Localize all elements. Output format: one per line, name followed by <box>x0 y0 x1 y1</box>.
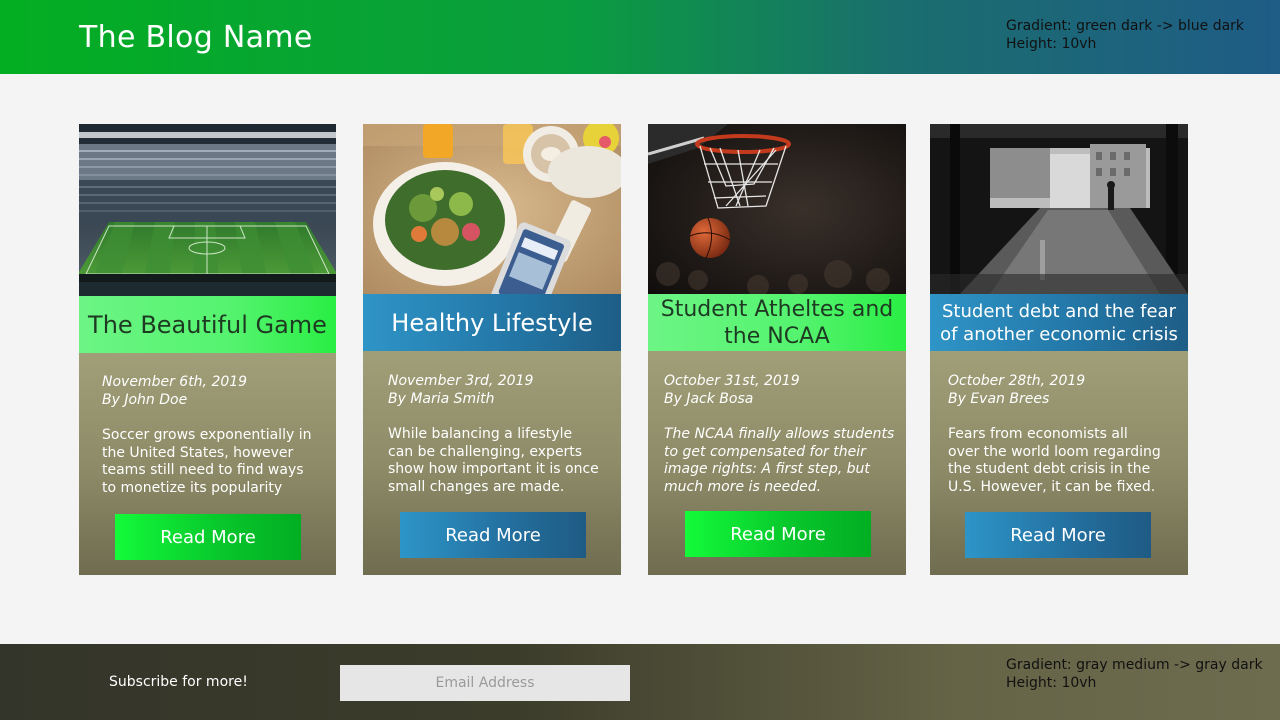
street-underpass-image[interactable] <box>930 124 1188 294</box>
card-title[interactable]: Student Atheltes and the NCAA <box>661 296 893 350</box>
excerpt-line: image rights: A first step, but <box>664 461 870 478</box>
read-more-button[interactable]: Read More <box>965 512 1151 558</box>
card-title-line: of another economic crisis <box>940 323 1178 345</box>
excerpt-line: show how important it is once <box>388 461 599 478</box>
post-excerpt: Soccer grows exponentially in the United… <box>102 427 311 498</box>
excerpt-line: the student debt crisis in the <box>948 461 1151 478</box>
card-title[interactable]: Student debt and the fear of another eco… <box>940 300 1178 346</box>
excerpt-line: to get compensated for their <box>664 443 866 460</box>
excerpt-line: Soccer grows exponentially in <box>102 427 312 443</box>
card-body: November 3rd, 2019 By Maria Smith While … <box>363 351 621 575</box>
footer-design-note: Gradient: gray medium -> gray dark Heigh… <box>1006 656 1263 692</box>
blog-name[interactable]: The Blog Name <box>79 20 313 55</box>
card-title-line: Student debt and the fear <box>942 300 1176 322</box>
blog-card-healthy-lifestyle: Healthy Lifestyle November 3rd, 2019 By … <box>363 124 621 575</box>
blog-card-student-debt: Student debt and the fear of another eco… <box>930 124 1188 575</box>
post-excerpt: While balancing a lifestyle can be chall… <box>388 426 599 497</box>
card-title[interactable]: Healthy Lifestyle <box>391 309 592 337</box>
post-author: By John Doe <box>102 392 188 408</box>
card-title-line: the NCAA <box>724 323 830 349</box>
read-more-button[interactable]: Read More <box>685 511 871 557</box>
excerpt-line: to monetize its popularity <box>102 480 283 497</box>
post-excerpt: The NCAA finally allows students to get … <box>664 426 894 497</box>
card-title-line: Student Atheltes and <box>660 296 894 322</box>
post-meta: October 28th, 2019 By Evan Brees <box>948 372 1085 408</box>
card-title-bar: The Beautiful Game <box>79 296 336 353</box>
post-meta: October 31st, 2019 By Jack Bosa <box>664 372 800 408</box>
excerpt-line: U.S. However, it can be fixed. <box>948 479 1156 496</box>
header-note-gradient: Gradient: green dark -> blue dark <box>1006 18 1245 34</box>
salad-bowl-image[interactable] <box>363 124 621 294</box>
subscribe-label: Subscribe for more! <box>109 674 248 690</box>
basketball-hoop-image[interactable] <box>648 124 906 294</box>
excerpt-line: the United States, however <box>102 444 294 461</box>
footer-note-gradient: Gradient: gray medium -> gray dark <box>1006 657 1263 673</box>
blog-card-student-athletes: Student Atheltes and the NCAA October 31… <box>648 124 906 575</box>
card-body: October 28th, 2019 By Evan Brees Fears f… <box>930 351 1188 575</box>
excerpt-line: over the world loom regarding <box>948 443 1161 460</box>
post-meta: November 3rd, 2019 By Maria Smith <box>388 372 533 408</box>
card-title-bar: Student Atheltes and the NCAA <box>648 294 906 351</box>
read-more-button[interactable]: Read More <box>400 512 586 558</box>
post-date: November 6th, 2019 <box>102 374 248 390</box>
card-body: October 31st, 2019 By Jack Bosa The NCAA… <box>648 351 906 575</box>
post-excerpt: Fears from economists all over the world… <box>948 426 1161 497</box>
post-author: By Jack Bosa <box>664 391 754 407</box>
card-title-bar: Student debt and the fear of another eco… <box>930 294 1188 351</box>
post-date: November 3rd, 2019 <box>388 373 534 389</box>
card-title-bar: Healthy Lifestyle <box>363 294 621 351</box>
read-more-button[interactable]: Read More <box>115 514 301 560</box>
site-header: The Blog Name Gradient: green dark -> bl… <box>0 0 1280 74</box>
card-title[interactable]: The Beautiful Game <box>88 311 327 339</box>
card-body: November 6th, 2019 By John Doe Soccer gr… <box>79 353 336 575</box>
excerpt-line: teams still need to find ways <box>102 462 304 479</box>
post-meta: November 6th, 2019 By John Doe <box>102 373 247 409</box>
post-author: By Evan Brees <box>948 391 1050 407</box>
post-author: By Maria Smith <box>388 391 495 407</box>
excerpt-line: While balancing a lifestyle <box>388 426 573 442</box>
excerpt-line: small changes are made. <box>388 479 565 496</box>
header-design-note: Gradient: green dark -> blue dark Height… <box>1006 17 1244 53</box>
footer-note-height: Height: 10vh <box>1006 675 1097 691</box>
header-note-height: Height: 10vh <box>1006 36 1097 52</box>
stadium-image[interactable] <box>79 124 336 296</box>
post-date: October 28th, 2019 <box>948 373 1086 389</box>
excerpt-line: The NCAA finally allows students <box>664 426 895 442</box>
post-date: October 31st, 2019 <box>664 373 800 389</box>
excerpt-line: can be challenging, experts <box>388 443 583 460</box>
excerpt-line: Fears from economists all <box>948 426 1128 442</box>
site-footer: Subscribe for more! Gradient: gray mediu… <box>0 644 1280 720</box>
email-input[interactable] <box>340 665 630 701</box>
blog-card-beautiful-game: The Beautiful Game November 6th, 2019 By… <box>79 124 336 575</box>
excerpt-line: much more is needed. <box>664 479 822 496</box>
